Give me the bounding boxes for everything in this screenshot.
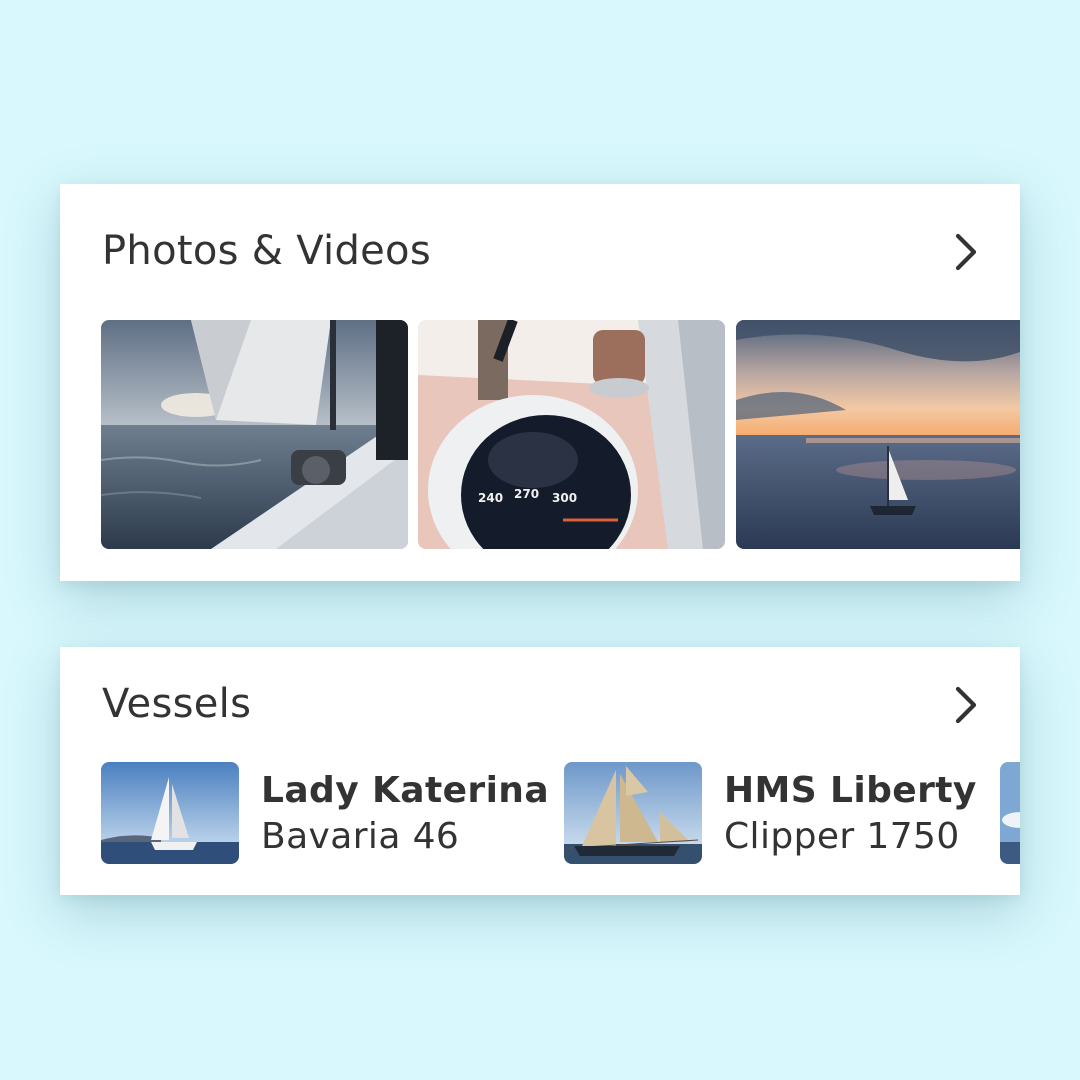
vessels-more-button[interactable]	[948, 683, 984, 727]
vessel-model: Clipper 1750	[724, 816, 960, 857]
photo-thumbnail[interactable]	[101, 320, 408, 549]
vessel-name: Lady Katerina	[261, 770, 550, 811]
photo-thumbnail[interactable]: 240 270 300	[418, 320, 725, 549]
chevron-right-icon	[955, 233, 977, 271]
photos-videos-title: Photos & Videos	[102, 228, 431, 274]
photos-videos-card: Photos & Videos 240 270 300	[60, 184, 1020, 581]
vessel-model: Bavaria 46	[261, 816, 460, 857]
vessel-list-item[interactable]	[1000, 762, 1020, 864]
vessel-name: HMS Liberty	[724, 770, 977, 811]
svg-text:240: 240	[478, 491, 503, 505]
vessel-thumbnail	[564, 762, 702, 864]
svg-text:270: 270	[514, 487, 539, 501]
photo-thumbnail[interactable]	[736, 320, 1020, 549]
svg-text:300: 300	[552, 491, 577, 505]
vessel-thumbnail	[1000, 762, 1020, 864]
vessels-title: Vessels	[102, 681, 252, 727]
vessel-thumbnail	[101, 762, 239, 864]
chevron-right-icon	[955, 686, 977, 724]
vessel-list-item[interactable]: HMS Liberty Clipper 1750	[564, 762, 1004, 864]
vessels-card: Vessels Lady Katerina Bavaria 46 HMS Lib…	[60, 647, 1020, 895]
vessel-list-item[interactable]: Lady Katerina Bavaria 46	[101, 762, 549, 864]
photos-more-button[interactable]	[948, 230, 984, 274]
